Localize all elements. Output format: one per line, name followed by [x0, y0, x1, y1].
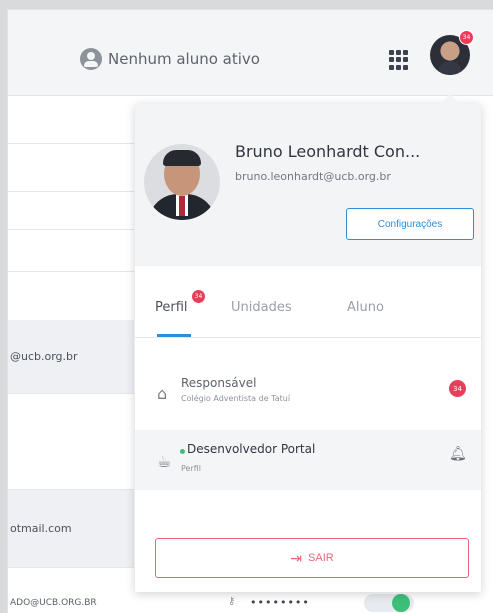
table-row[interactable]: ADO@UCB.ORG.BR ⚷ ••••••••	[8, 594, 493, 613]
active-role-dot	[180, 449, 185, 454]
bell-icon[interactable]: 🔔︎	[449, 446, 467, 462]
institution-icon: ⌂	[157, 384, 168, 403]
tab-profile-badge: 34	[192, 290, 205, 303]
role-title: Desenvolvedor Portal	[187, 442, 316, 456]
table-row[interactable]	[8, 96, 134, 144]
apps-grid-icon[interactable]	[389, 50, 409, 70]
logout-label: SAIR	[308, 552, 334, 564]
tab-profile[interactable]: Perfil	[155, 300, 188, 315]
role-title: Responsável	[181, 376, 257, 390]
notification-badge: 34	[459, 30, 474, 45]
profile-dropdown: Bruno Leonhardt Con... bruno.leonhardt@u…	[135, 94, 481, 592]
logout-button[interactable]: ⇥ SAIR	[155, 538, 469, 578]
role-item-responsavel[interactable]: ⌂ Responsável Colégio Adventista de Tatu…	[135, 360, 481, 420]
password-cell: ••••••••	[250, 596, 310, 609]
key-icon: ⚷	[228, 596, 236, 607]
email-cell: @ucb.org.br	[10, 350, 78, 363]
user-name: Bruno Leonhardt Con...	[235, 142, 421, 161]
top-bar: Nenhum aluno ativo 34	[8, 10, 493, 96]
email-cell: ADO@UCB.ORG.BR	[10, 598, 97, 608]
app-window: Nenhum aluno ativo 34 @ucb.org.br otmail…	[7, 9, 493, 613]
briefcase-icon: ☕	[157, 452, 172, 471]
tab-student[interactable]: Aluno	[347, 300, 384, 315]
profile-header: Bruno Leonhardt Con... bruno.leonhardt@u…	[135, 104, 481, 266]
table-row[interactable]	[8, 192, 134, 230]
logout-icon: ⇥	[290, 549, 303, 566]
active-student-label: Nenhum aluno ativo	[108, 50, 260, 68]
user-circle-icon	[80, 48, 102, 70]
role-subtitle: Perfil	[181, 464, 202, 473]
email-cell: otmail.com	[10, 522, 72, 535]
table-row[interactable]: otmail.com	[8, 490, 134, 568]
role-badge: 34	[449, 380, 466, 397]
profile-tabs: Perfil 34 Unidades Aluno	[135, 266, 481, 338]
active-student-selector[interactable]: Nenhum aluno ativo	[80, 48, 260, 70]
tab-units[interactable]: Unidades	[231, 300, 292, 315]
table-row[interactable]	[8, 144, 134, 192]
user-email: bruno.leonhardt@ucb.org.br	[235, 170, 391, 183]
active-toggle[interactable]	[364, 594, 414, 612]
avatar	[144, 144, 220, 220]
role-item-desenvolvedor[interactable]: ☕ Desenvolvedor Portal Perfil 🔔︎	[135, 430, 481, 490]
table-row[interactable]	[8, 230, 134, 272]
role-subtitle: Colégio Adventista de Tatuí	[181, 394, 291, 403]
table-row[interactable]	[8, 394, 134, 490]
table-row[interactable]: @ucb.org.br	[8, 320, 134, 394]
active-tab-indicator	[157, 334, 191, 337]
settings-button[interactable]: Configurações	[346, 208, 474, 240]
